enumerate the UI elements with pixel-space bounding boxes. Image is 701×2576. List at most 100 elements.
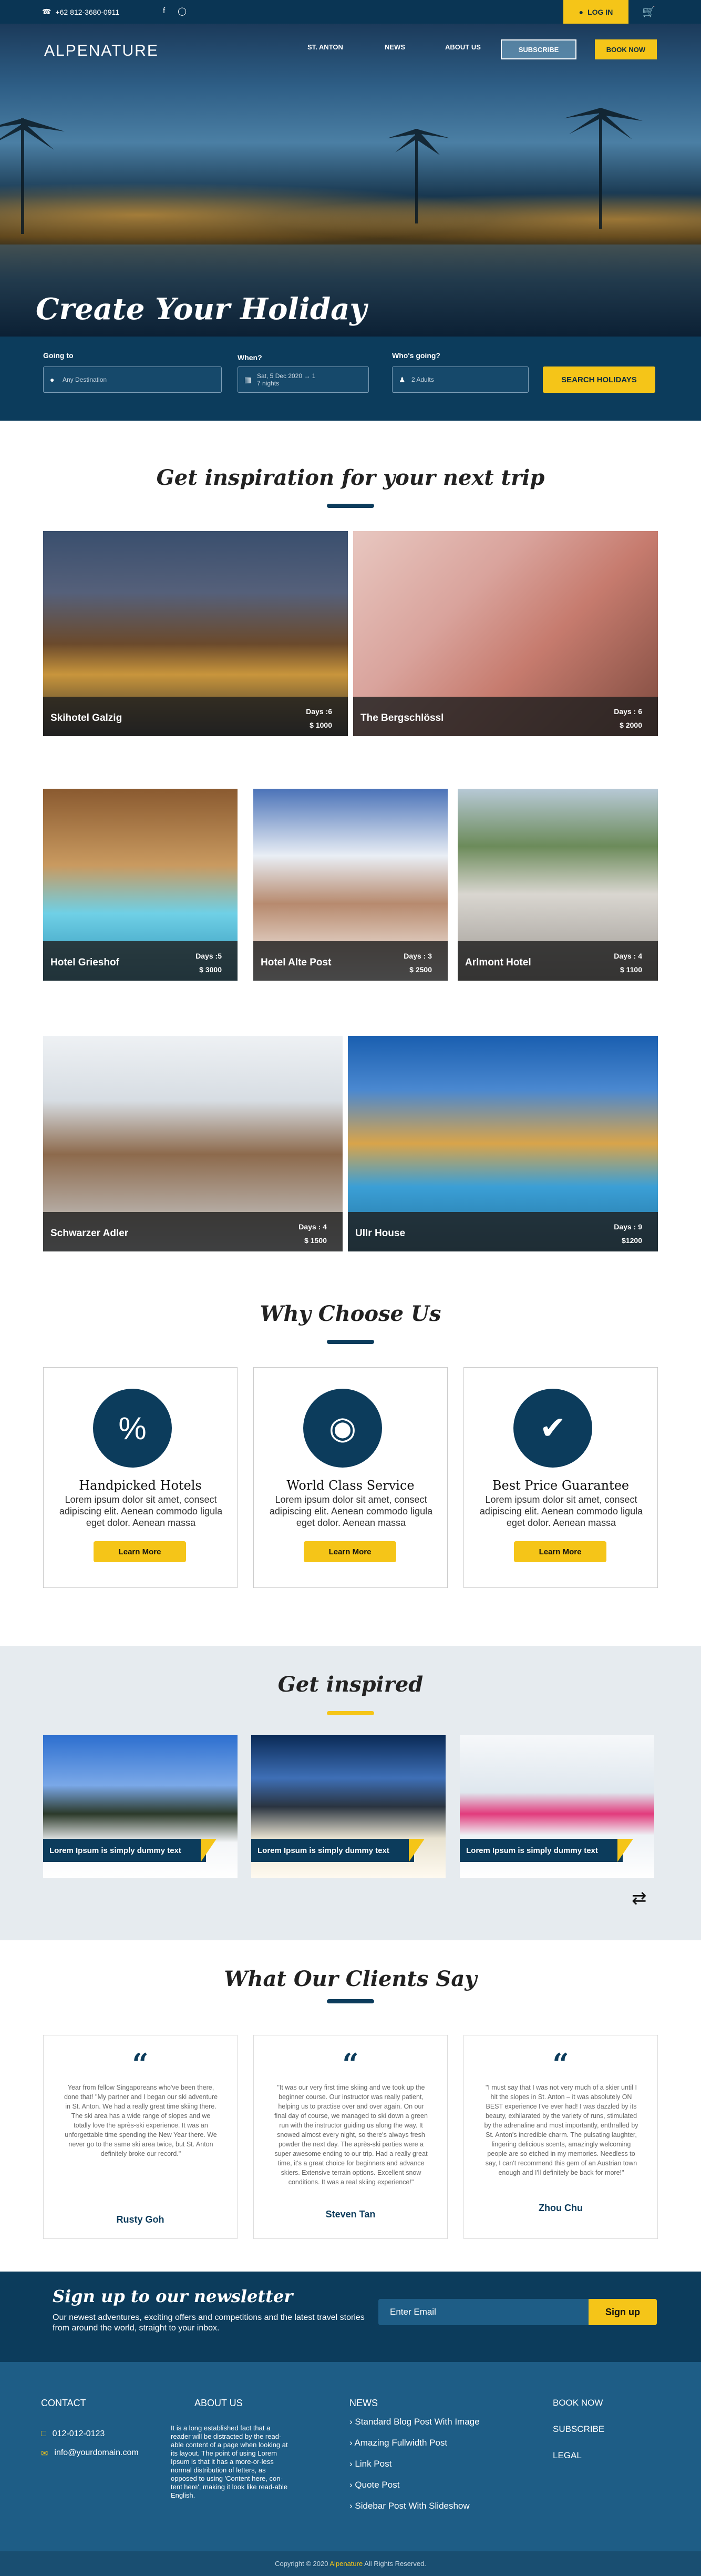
inspired-title: Get inspired xyxy=(277,1672,424,1697)
hotel-card[interactable]: Arlmont Hotel Days : 4 $ 1100 xyxy=(458,789,658,981)
book-now-button[interactable]: BOOK NOW xyxy=(595,39,657,59)
hero-title: Create Your Holiday xyxy=(36,292,367,327)
user-icon: ● xyxy=(579,7,584,16)
newsletter-section: Sign up to our newsletter Our newest adv… xyxy=(0,2272,701,2362)
footer-news-link[interactable]: › Standard Blog Post With Image xyxy=(349,2417,480,2427)
why-card: ✔ Best Price Guarantee Lorem ipsum dolor… xyxy=(463,1367,658,1588)
inspired-slide[interactable]: Lorem Ipsum is simply dummy text xyxy=(43,1735,238,1878)
login-button[interactable]: ● LOG IN xyxy=(563,0,628,24)
hotel-name: Skihotel Galzig xyxy=(50,712,122,724)
destination-input[interactable]: ● Any Destination xyxy=(43,366,222,393)
footer-contact-title: CONTACT xyxy=(41,2398,86,2408)
testimonial-text: "It was our very first time skiing and w… xyxy=(274,2084,428,2186)
cart-icon[interactable]: 🛒 xyxy=(642,5,655,18)
learn-more-button[interactable]: Learn More xyxy=(514,1541,606,1562)
why-card-desc: Lorem ipsum dolor sit amet, consect adip… xyxy=(59,1494,223,1528)
card-caption: Hotel Alte Post Days : 3 $ 2500 xyxy=(253,941,448,981)
why-card-title: World Class Service xyxy=(286,1478,415,1493)
why-card-title: Best Price Guarantee xyxy=(492,1478,630,1493)
hotel-price: $ 1100 xyxy=(620,965,642,974)
hotel-days: Days : 3 xyxy=(404,952,432,960)
inspiration-title: Get inspiration for your next trip xyxy=(156,465,545,490)
hotel-name: Hotel Alte Post xyxy=(261,957,332,968)
hotel-price: $ 1500 xyxy=(304,1236,327,1245)
clients-title: What Our Clients Say xyxy=(224,1967,477,1991)
phone-icon: ☎ xyxy=(42,7,51,16)
phone-contact[interactable]: ☎ +62 812-3680-0911 xyxy=(42,7,119,16)
hotel-card[interactable]: Ullr House Days : 9 $1200 xyxy=(348,1036,658,1251)
hotel-price: $ 2500 xyxy=(409,965,432,974)
why-card-desc: Lorem ipsum dolor sit amet, consect adip… xyxy=(269,1494,433,1528)
top-bar: ☎ +62 812-3680-0911 f ◯ ● LOG IN 🛒 xyxy=(0,0,701,24)
footer: CONTACT □ 012-012-0123 ✉ info@yourdomain.c… xyxy=(0,2362,701,2576)
person-icon: ♟ xyxy=(399,375,406,384)
card-caption: The Bergschlössl Days : 6 $ 2000 xyxy=(353,697,658,736)
hotel-price: $ 3000 xyxy=(199,965,222,974)
why-card: % Handpicked Hotels Lorem ipsum dolor si… xyxy=(43,1367,238,1588)
guests-input[interactable]: ♟ 2 Adults xyxy=(392,366,529,393)
footer-phone[interactable]: □ 012-012-0123 xyxy=(41,2429,105,2439)
footer-about-text: It is a long established fact that a rea… xyxy=(171,2424,288,2499)
footer-book-now-link[interactable]: BOOK NOW xyxy=(553,2398,603,2408)
instagram-icon[interactable]: ◯ xyxy=(178,6,187,16)
learn-more-button[interactable]: Learn More xyxy=(94,1541,186,1562)
hotel-card[interactable]: Hotel Grieshof Days :5 $ 3000 xyxy=(43,789,238,981)
location-icon: ● xyxy=(50,375,55,384)
calendar-icon: ▦ xyxy=(244,375,252,384)
hotel-card[interactable]: The Bergschlössl Days : 6 $ 2000 xyxy=(353,531,658,736)
footer-news-link[interactable]: › Sidebar Post With Slideshow xyxy=(349,2501,470,2511)
card-caption: Skihotel Galzig Days :6 $ 1000 xyxy=(43,697,348,736)
testimonial-card: “ Year from fellow Singaporeans who've b… xyxy=(43,2035,238,2239)
email-input[interactable]: Enter Email xyxy=(378,2299,589,2325)
testimonial-text: Year from fellow Singaporeans who've bee… xyxy=(64,2084,218,2157)
title-underline xyxy=(327,1999,374,2003)
facebook-icon[interactable]: f xyxy=(163,6,165,16)
testimonial-card: “ "I must say that I was not very much o… xyxy=(463,2035,658,2239)
hotel-card[interactable]: Hotel Alte Post Days : 3 $ 2500 xyxy=(253,789,448,981)
hotel-price: $ 1000 xyxy=(310,721,332,729)
title-underline xyxy=(327,1711,374,1715)
going-label: Going to xyxy=(43,351,74,360)
hotel-card[interactable]: Schwarzer Adler Days : 4 $ 1500 xyxy=(43,1036,343,1251)
copyright-brand[interactable]: Alpenature xyxy=(329,2560,363,2568)
thumbs-up-icon: ✔ xyxy=(513,1389,592,1468)
globe-icon: ◉ xyxy=(303,1389,382,1468)
slider-arrows-icon[interactable]: ⇄ xyxy=(632,1888,647,1909)
hotel-days: Days : 4 xyxy=(298,1223,327,1231)
phone-number: +62 812-3680-0911 xyxy=(55,7,120,16)
signup-button[interactable]: Sign up xyxy=(589,2299,657,2325)
nav-news[interactable]: NEWS xyxy=(385,43,405,51)
hotel-days: Days :5 xyxy=(195,952,222,960)
title-underline xyxy=(327,504,374,508)
brand-logo[interactable]: ALPENATURE xyxy=(44,42,159,60)
learn-more-button[interactable]: Learn More xyxy=(304,1541,396,1562)
hand-percent-icon: % xyxy=(93,1389,172,1468)
subscribe-button[interactable]: SUBSCRIBE xyxy=(501,39,576,59)
footer-news-link[interactable]: › Link Post xyxy=(349,2459,391,2469)
copyright-bar: Copyright © 2020 Alpenature All Rights R… xyxy=(0,2551,701,2576)
hotel-card[interactable]: Skihotel Galzig Days :6 $ 1000 xyxy=(43,531,348,736)
hotel-days: Days :6 xyxy=(306,707,332,716)
palm-silhouettes xyxy=(0,108,643,234)
footer-email[interactable]: ✉ info@yourdomain.com xyxy=(41,2448,139,2459)
footer-legal-link[interactable]: LEGAL xyxy=(553,2450,582,2461)
footer-news-link[interactable]: › Quote Post xyxy=(349,2480,399,2490)
testimonial-name: Steven Tan xyxy=(325,2209,376,2219)
hotel-price: $1200 xyxy=(622,1236,642,1245)
footer-news-link[interactable]: › Amazing Fullwidth Post xyxy=(349,2438,447,2448)
inspired-slide[interactable]: Lorem Ipsum is simply dummy text xyxy=(460,1735,654,1878)
date-input[interactable]: ▦ Sat, 5 Dec 2020 → 17 nights xyxy=(238,366,369,393)
title-underline xyxy=(327,1340,374,1344)
card-caption: Schwarzer Adler Days : 4 $ 1500 xyxy=(43,1212,343,1251)
hotel-name: Hotel Grieshof xyxy=(50,957,119,968)
nav-about-us[interactable]: ABOUT US xyxy=(445,43,481,51)
nav-st-anton[interactable]: ST. ANTON xyxy=(307,43,343,51)
hotel-name: Schwarzer Adler xyxy=(50,1228,129,1239)
why-card-title: Handpicked Hotels xyxy=(79,1478,202,1493)
search-holidays-button[interactable]: SEARCH HOLIDAYS xyxy=(543,366,655,393)
inspired-slide[interactable]: Lorem Ipsum is simply dummy text xyxy=(251,1735,446,1878)
who-label: Who's going? xyxy=(392,351,440,360)
card-caption: Arlmont Hotel Days : 4 $ 1100 xyxy=(458,941,658,981)
why-title: Why Choose Us xyxy=(260,1301,441,1326)
footer-subscribe-link[interactable]: SUBSCRIBE xyxy=(553,2424,604,2435)
